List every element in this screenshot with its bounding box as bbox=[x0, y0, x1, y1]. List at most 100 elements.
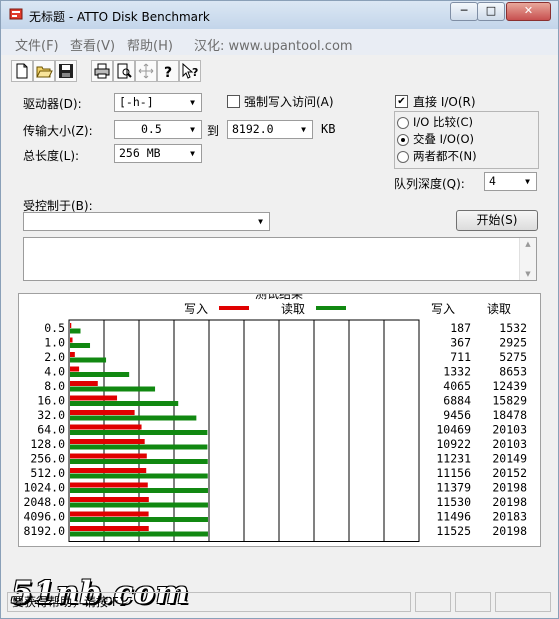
write-value: 6884 bbox=[443, 394, 471, 408]
results-chart: 测试结果写入读取写入读取05101520253035404550传输速率 - M… bbox=[23, 286, 527, 576]
transfer-to-value: 8192.0 bbox=[232, 122, 274, 136]
drive-value: [-h-] bbox=[119, 95, 154, 109]
io-compare-radio[interactable] bbox=[397, 117, 409, 129]
category-label: 2048.0 bbox=[23, 495, 65, 509]
results-panel: 测试结果写入读取写入读取05101520253035404550传输速率 - M… bbox=[18, 286, 541, 576]
category-label: 1.0 bbox=[44, 336, 65, 350]
read-value: 20198 bbox=[492, 495, 527, 509]
read-value: 20183 bbox=[492, 510, 527, 524]
read-bar bbox=[70, 386, 156, 392]
write-bar bbox=[70, 395, 118, 401]
to-label: 到 bbox=[207, 124, 220, 138]
read-value: 1532 bbox=[499, 321, 527, 335]
queue-depth-value: 4 bbox=[489, 174, 496, 188]
status-text-cell: 要获得帮助，请按 F1 bbox=[7, 592, 411, 612]
io-neither-radio[interactable] bbox=[397, 151, 409, 163]
read-value: 15829 bbox=[492, 394, 527, 408]
status-cell-3 bbox=[455, 592, 491, 612]
write-bar bbox=[70, 323, 72, 328]
controlled-by-select[interactable]: ▼ bbox=[23, 212, 270, 231]
print-icon[interactable] bbox=[91, 60, 113, 82]
write-bar bbox=[70, 410, 135, 415]
read-value: 18478 bbox=[492, 408, 527, 422]
write-bar bbox=[70, 453, 147, 459]
category-label: 128.0 bbox=[30, 437, 65, 451]
write-bar bbox=[70, 497, 149, 502]
maximize-button[interactable]: □ bbox=[477, 2, 505, 21]
menu-localization[interactable]: 汉化: www.upantool.com bbox=[194, 35, 353, 54]
read-bar bbox=[70, 415, 197, 421]
print-preview-icon[interactable] bbox=[113, 60, 135, 82]
save-icon[interactable] bbox=[55, 60, 77, 82]
menu-help[interactable]: 帮助(H) bbox=[127, 35, 173, 54]
write-value: 11379 bbox=[436, 481, 471, 495]
read-bar bbox=[70, 502, 208, 508]
chevron-down-icon[interactable]: ▼ bbox=[253, 214, 268, 229]
write-bar bbox=[70, 424, 142, 430]
svg-text:?: ? bbox=[192, 66, 198, 79]
chevron-down-icon[interactable]: ▼ bbox=[185, 95, 200, 110]
io-compare-label: I/O 比较(C) bbox=[413, 115, 473, 129]
category-label: 8.0 bbox=[44, 379, 65, 393]
write-value: 10922 bbox=[436, 437, 471, 451]
new-file-icon[interactable] bbox=[11, 60, 33, 82]
chevron-down-icon[interactable]: ▼ bbox=[520, 174, 535, 189]
minimize-button[interactable]: ─ bbox=[450, 2, 478, 21]
menu-bar: 文件(F) 查看(V) 帮助(H) 汉化: www.upantool.com bbox=[1, 29, 558, 55]
read-value: 2925 bbox=[499, 336, 527, 350]
drive-label: 驱动器(D): bbox=[23, 97, 82, 111]
category-label: 32.0 bbox=[37, 408, 65, 422]
transfer-to-select[interactable]: 8192.0 ▼ bbox=[227, 120, 313, 139]
memo-scrollbar[interactable]: ▲ ▼ bbox=[519, 238, 536, 280]
total-length-value: 256 MB bbox=[119, 146, 161, 160]
help-icon[interactable]: ? bbox=[157, 60, 179, 82]
drive-select[interactable]: [-h-] ▼ bbox=[114, 93, 202, 112]
status-cell-4 bbox=[495, 592, 551, 612]
column-header-write: 写入 bbox=[431, 302, 455, 316]
read-bar bbox=[70, 488, 208, 493]
toolbar: ? ? bbox=[7, 56, 552, 84]
read-value: 20149 bbox=[492, 452, 527, 466]
read-bar bbox=[70, 357, 107, 363]
kb-label: KB bbox=[321, 122, 336, 136]
read-value: 8653 bbox=[499, 365, 527, 379]
read-bar bbox=[70, 430, 208, 435]
total-length-select[interactable]: 256 MB ▼ bbox=[114, 144, 202, 163]
read-value: 20198 bbox=[492, 524, 527, 538]
read-bar bbox=[70, 473, 208, 479]
scroll-down-icon[interactable]: ▼ bbox=[520, 270, 536, 278]
read-bar bbox=[70, 328, 81, 334]
open-folder-icon[interactable] bbox=[33, 60, 55, 82]
description-textarea[interactable]: ▲ ▼ bbox=[23, 237, 537, 281]
title-bar[interactable]: 无标题 - ATTO Disk Benchmark ─ □ ✕ bbox=[1, 1, 558, 29]
write-value: 187 bbox=[450, 321, 471, 335]
write-bar bbox=[70, 381, 98, 386]
category-label: 1024.0 bbox=[23, 481, 65, 495]
menu-file[interactable]: 文件(F) bbox=[15, 35, 59, 54]
legend-read-label: 读取 bbox=[281, 302, 305, 316]
close-button[interactable]: ✕ bbox=[506, 2, 551, 21]
context-help-icon[interactable]: ? bbox=[179, 60, 201, 82]
category-label: 4.0 bbox=[44, 365, 65, 379]
scroll-up-icon[interactable]: ▲ bbox=[520, 240, 536, 248]
read-bar bbox=[70, 343, 91, 348]
write-bar bbox=[70, 511, 149, 517]
io-overlap-radio[interactable] bbox=[397, 134, 409, 146]
menu-view[interactable]: 查看(V) bbox=[70, 35, 115, 54]
chevron-down-icon[interactable]: ▼ bbox=[185, 146, 200, 161]
queue-depth-select[interactable]: 4 ▼ bbox=[484, 172, 537, 191]
chevron-down-icon[interactable]: ▼ bbox=[185, 122, 200, 137]
start-button[interactable]: 开始(S) bbox=[456, 210, 538, 231]
move-icon[interactable] bbox=[135, 60, 157, 82]
chevron-down-icon[interactable]: ▼ bbox=[296, 122, 311, 137]
read-bar bbox=[70, 372, 130, 377]
direct-io-checkbox[interactable]: ✔ bbox=[395, 95, 408, 108]
read-bar bbox=[70, 401, 179, 406]
read-value: 20198 bbox=[492, 481, 527, 495]
transfer-from-select[interactable]: 0.5 ▼ bbox=[114, 120, 202, 139]
write-bar bbox=[70, 482, 148, 488]
status-cell-2 bbox=[415, 592, 451, 612]
legend-read-swatch bbox=[316, 306, 346, 310]
force-write-checkbox[interactable] bbox=[227, 95, 240, 108]
write-value: 367 bbox=[450, 336, 471, 350]
